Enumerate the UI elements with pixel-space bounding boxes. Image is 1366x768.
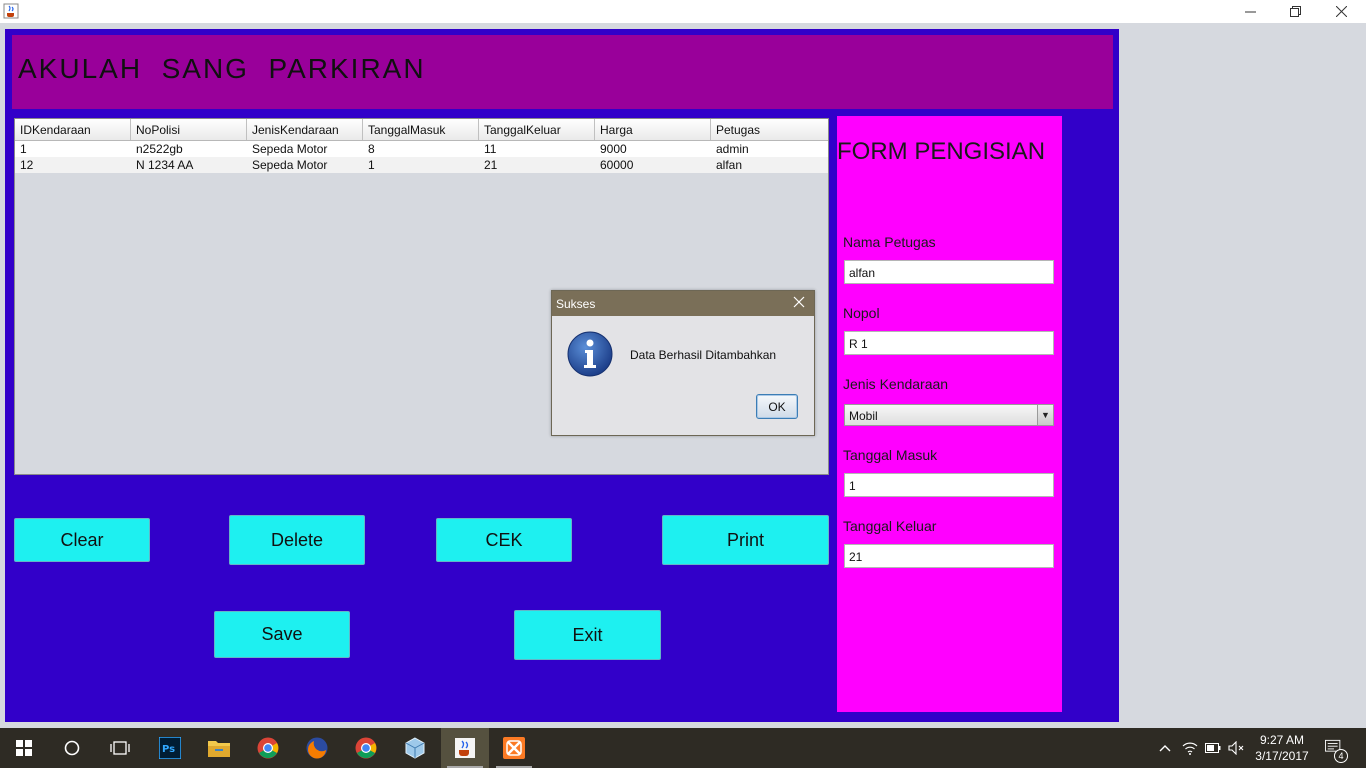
exit-button[interactable]: Exit	[514, 610, 661, 660]
column-header[interactable]: Harga	[595, 119, 711, 140]
close-button[interactable]	[1318, 0, 1364, 23]
photoshop-icon: Ps	[159, 737, 181, 759]
cube-icon	[405, 737, 425, 759]
taskbar-chrome[interactable]	[244, 728, 292, 768]
taskbar-xampp[interactable]	[490, 728, 538, 768]
chevron-up-icon[interactable]	[1156, 739, 1174, 757]
search-circle-icon	[64, 740, 80, 756]
windows-icon	[16, 740, 32, 756]
chrome-icon	[355, 737, 377, 759]
delete-button[interactable]: Delete	[229, 515, 365, 565]
tanggal-masuk-field[interactable]: 1	[844, 473, 1054, 497]
form-title: FORM PENGISIAN	[837, 138, 1046, 165]
table-cell: 1	[20, 142, 27, 156]
form-panel: FORM PENGISIAN Nama Petugas alfan Nopol …	[837, 116, 1062, 712]
table-cell: admin	[716, 142, 749, 156]
table-cell: Sepeda Motor	[252, 158, 328, 172]
task-view-icon	[110, 741, 130, 755]
close-icon	[1335, 6, 1347, 17]
restore-button[interactable]	[1272, 0, 1318, 23]
start-button[interactable]	[0, 728, 48, 768]
table-cell: 12	[20, 158, 34, 172]
taskbar-clock[interactable]: 9:27 AM 3/17/2017	[1252, 732, 1312, 764]
taskbar-file-explorer[interactable]	[195, 728, 243, 768]
search-button[interactable]	[48, 728, 96, 768]
minimize-button[interactable]	[1227, 0, 1273, 23]
table-cell: alfan	[716, 158, 743, 172]
tanggal-keluar-label: Tanggal Keluar	[843, 518, 937, 534]
firefox-icon	[306, 737, 328, 759]
xampp-icon	[503, 737, 525, 759]
print-button[interactable]: Print	[662, 515, 829, 565]
java-cup-icon	[3, 3, 19, 19]
table-cell: 1	[368, 158, 375, 172]
battery-icon[interactable]	[1204, 739, 1222, 757]
table-cell: 9000	[600, 142, 627, 156]
table-cell: N 1234 AA	[136, 158, 194, 172]
tanggal-masuk-label: Tanggal Masuk	[843, 447, 938, 463]
folder-icon	[208, 741, 230, 757]
column-header[interactable]: JenisKendaraan	[247, 119, 363, 140]
nama-petugas-field[interactable]: alfan	[844, 260, 1054, 284]
svg-text:Ps: Ps	[162, 744, 175, 755]
taskbar-virtualbox[interactable]	[391, 728, 439, 768]
clear-button[interactable]: Clear	[14, 518, 150, 562]
dialog-message: Data Berhasil Ditambahkan	[630, 348, 777, 362]
header-banner: AKULAH SANG PARKIRAN	[12, 35, 1113, 109]
volume-muted-icon[interactable]	[1227, 739, 1245, 757]
column-header[interactable]: IDKendaraan	[15, 119, 131, 140]
table-cell: 11	[484, 142, 497, 156]
table-cell: 8	[368, 142, 375, 156]
success-dialog: Sukses Data Berhasil Ditambahkan OK	[551, 290, 815, 436]
minimize-icon	[1244, 11, 1256, 13]
clock-time: 9:27 AM	[1259, 733, 1305, 747]
clock-date: 3/17/2017	[1255, 749, 1309, 763]
column-header[interactable]: TanggalMasuk	[363, 119, 479, 140]
table-row[interactable]: 1 n2522gb Sepeda Motor 8 11 9000 admin	[15, 141, 828, 157]
table-cell: 60000	[600, 158, 634, 172]
notification-count-badge: 4	[1334, 749, 1348, 763]
table-cell: 21	[484, 158, 498, 172]
taskbar-photoshop[interactable]: Ps	[146, 728, 194, 768]
save-button[interactable]: Save	[214, 611, 350, 658]
task-view-button[interactable]	[96, 728, 144, 768]
table-cell: n2522gb	[136, 142, 183, 156]
wifi-icon[interactable]	[1181, 739, 1199, 757]
page-title: AKULAH SANG PARKIRAN	[18, 53, 426, 84]
info-icon	[567, 331, 613, 377]
column-header[interactable]: TanggalKeluar	[479, 119, 595, 140]
tanggal-keluar-field[interactable]: 21	[844, 544, 1054, 568]
taskbar: Ps 9:27 AM 3/17/2017 4	[0, 728, 1366, 768]
cek-button[interactable]: CEK	[436, 518, 572, 562]
dialog-titlebar: Sukses	[552, 291, 814, 316]
java-cup-icon	[455, 738, 475, 758]
nopol-label: Nopol	[843, 305, 880, 321]
taskbar-firefox[interactable]	[293, 728, 341, 768]
taskbar-chrome-2[interactable]	[342, 728, 390, 768]
close-icon[interactable]	[792, 295, 806, 309]
table-cell: Sepeda Motor	[252, 142, 328, 156]
chevron-down-icon[interactable]: ▼	[1037, 405, 1053, 425]
dialog-title: Sukses	[556, 297, 596, 311]
table-row[interactable]: 12 N 1234 AA Sepeda Motor 1 21 60000 alf…	[15, 157, 828, 173]
nopol-field[interactable]: R 1	[844, 331, 1054, 355]
nama-petugas-label: Nama Petugas	[843, 234, 936, 250]
restore-icon	[1289, 6, 1301, 17]
chrome-icon	[257, 737, 279, 759]
column-header[interactable]: NoPolisi	[131, 119, 247, 140]
ok-button[interactable]: OK	[756, 394, 798, 419]
taskbar-java-app[interactable]	[441, 728, 489, 768]
table-header: IDKendaraan NoPolisi JenisKendaraan Tang…	[15, 119, 828, 141]
window-titlebar	[0, 0, 1366, 23]
jenis-kendaraan-value: Mobil	[849, 409, 878, 423]
jenis-kendaraan-label: Jenis Kendaraan	[843, 376, 949, 392]
jenis-kendaraan-select[interactable]: Mobil ▼	[844, 404, 1054, 426]
column-header[interactable]: Petugas	[711, 119, 826, 140]
